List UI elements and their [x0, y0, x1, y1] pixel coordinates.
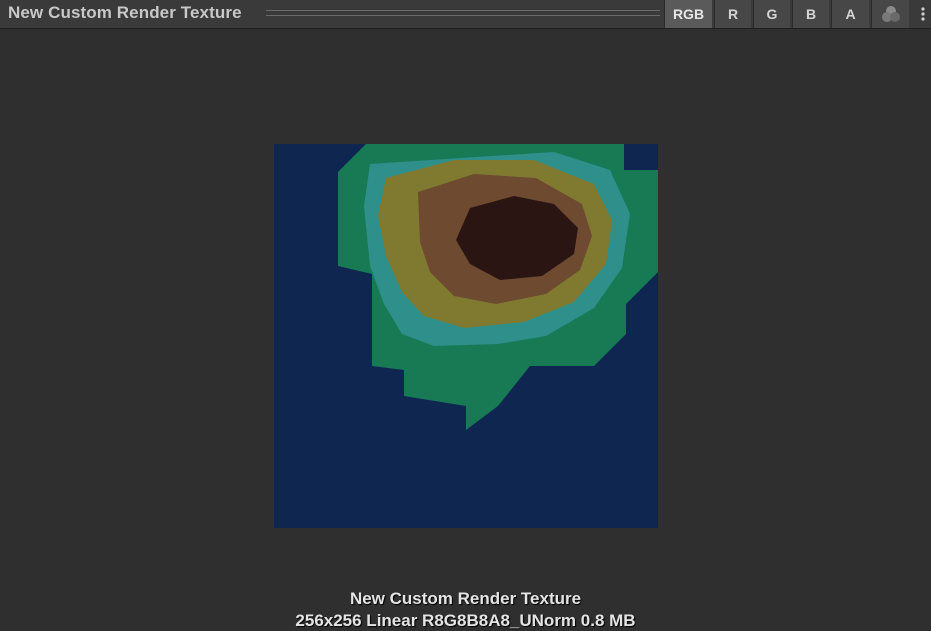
toolbar: New Custom Render Texture RGB R G B A [0, 0, 931, 29]
channel-r-button[interactable]: R [714, 0, 751, 28]
texture-info-label: 256x256 Linear R8G8B8A8_UNorm 0.8 MB [295, 611, 636, 630]
channel-rgb-button[interactable]: RGB [664, 0, 712, 28]
more-options-button[interactable] [914, 0, 931, 28]
channel-g-button[interactable]: G [753, 0, 790, 28]
channel-mix-icon [881, 6, 900, 22]
texture-name-label: New Custom Render Texture [349, 589, 582, 608]
title-divider [266, 10, 660, 16]
window-title: New Custom Render Texture [8, 3, 242, 22]
channel-a-button[interactable]: A [831, 0, 869, 28]
channel-b-button[interactable]: B [792, 0, 829, 28]
texture-preview-image [274, 144, 658, 528]
channel-mix-button[interactable] [871, 0, 909, 28]
kebab-menu-icon [920, 7, 925, 21]
